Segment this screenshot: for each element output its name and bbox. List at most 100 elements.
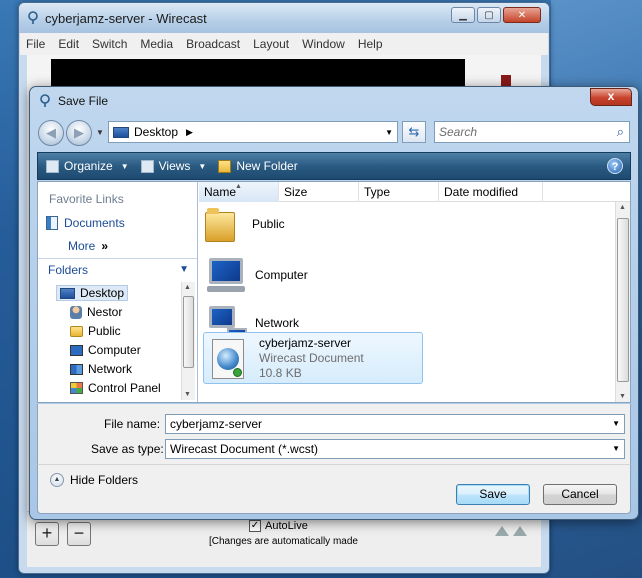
scroll-down-icon[interactable]: ▼: [619, 393, 626, 400]
column-header-date-modified[interactable]: Date modified: [439, 182, 543, 202]
tree-item-public[interactable]: Public: [70, 324, 121, 338]
wirecast-window-title: cyberjamz-server - Wirecast: [45, 11, 207, 26]
save-options: File name: cyberjamz-server ▼ Save as ty…: [37, 404, 631, 464]
file-name: cyberjamz-server: [259, 336, 352, 350]
autolive-checkbox[interactable]: ✓: [249, 520, 261, 532]
wirecast-document-icon: [212, 339, 244, 379]
list-item-selected-file[interactable]: cyberjamz-server Wirecast Document 10.8 …: [203, 332, 423, 384]
wirecast-titlebar: cyberjamz-server - Wirecast ▁ ▢ ✕: [19, 3, 549, 33]
autolive-note: [Changes are automatically made: [209, 536, 358, 547]
save-button[interactable]: Save: [456, 484, 530, 505]
folder-icon: [70, 325, 83, 337]
menu-broadcast[interactable]: Broadcast: [186, 37, 240, 51]
save-file-dialog: Save File x ◀ ▶ ▼ Desktop ▶ ▼ ⇆ Search ⌕…: [29, 86, 639, 520]
desktop-icon: [60, 287, 75, 299]
network-icon: [70, 363, 83, 375]
scroll-up-icon[interactable]: ▲: [184, 284, 191, 291]
breadcrumb-arrow-icon[interactable]: ▶: [186, 127, 193, 138]
column-header-type[interactable]: Type: [359, 182, 439, 202]
scroll-up-icon[interactable]: ▲: [619, 204, 626, 211]
address-dropdown-icon[interactable]: ▼: [385, 128, 393, 137]
list-item-label: Computer: [255, 268, 308, 282]
views-label: Views: [158, 159, 191, 173]
chevron-down-icon[interactable]: ▼: [612, 415, 620, 433]
autolive-toggle[interactable]: ✓ AutoLive: [249, 520, 308, 532]
dialog-footer: ▲ Hide Folders Save Cancel: [37, 464, 631, 514]
mountain-icon[interactable]: [513, 526, 527, 536]
refresh-button[interactable]: ⇆: [402, 121, 426, 143]
column-header-size[interactable]: Size: [279, 182, 359, 202]
tree-item-label: Nestor: [87, 305, 123, 319]
minimize-button[interactable]: ▁: [451, 7, 475, 23]
menu-window[interactable]: Window: [302, 37, 345, 51]
monitor-base-shape: [207, 286, 245, 292]
file-list-scrollbar[interactable]: ▲ ▼: [615, 202, 630, 402]
file-size: 10.8 KB: [259, 366, 302, 380]
new-folder-button[interactable]: New Folder: [218, 159, 298, 173]
views-button[interactable]: Views ▼: [140, 159, 206, 173]
file-list-pane: ▲ Name Size Type Date modified Public Co…: [199, 182, 630, 402]
menu-file[interactable]: File: [26, 37, 45, 51]
tree-item-nestor[interactable]: Nestor: [70, 305, 122, 319]
wirecast-window-controls: ▁ ▢ ✕: [451, 7, 541, 23]
tree-item-label: Network: [88, 362, 133, 376]
file-name-value: cyberjamz-server: [170, 417, 263, 431]
recent-pages-dropdown-icon[interactable]: ▼: [96, 128, 104, 137]
remove-shot-button[interactable]: −: [67, 522, 91, 546]
computer-icon: [70, 344, 83, 356]
file-name-field[interactable]: cyberjamz-server ▼: [165, 414, 625, 434]
back-button[interactable]: ◀: [38, 120, 64, 146]
desktop-icon: [113, 126, 129, 138]
tree-item-network[interactable]: Network: [70, 362, 132, 376]
address-bar[interactable]: Desktop ▶ ▼: [108, 121, 398, 143]
scroll-down-icon[interactable]: ▼: [184, 391, 191, 398]
list-item-public[interactable]: Public: [203, 206, 285, 242]
scrollbar-thumb[interactable]: [183, 296, 194, 368]
folder-tree-scrollbar[interactable]: ▲ ▼: [181, 282, 195, 400]
tree-item-label: Public: [88, 324, 121, 338]
dialog-toolbar: Organize ▼ Views ▼ New Folder ?: [37, 152, 631, 180]
forward-button[interactable]: ▶: [66, 120, 92, 146]
hide-folders-label: Hide Folders: [70, 473, 139, 487]
save-as-type-select[interactable]: Wirecast Document (*.wcst) ▼: [165, 439, 625, 459]
help-button[interactable]: ?: [607, 158, 623, 174]
tree-item-desktop[interactable]: Desktop: [56, 285, 129, 301]
menu-layout[interactable]: Layout: [253, 37, 289, 51]
browser-panes: Favorite Links Documents More » Folders ▼…: [37, 181, 631, 403]
close-button[interactable]: ✕: [503, 7, 541, 23]
column-header-name[interactable]: ▲ Name: [199, 182, 279, 202]
hide-folders-button[interactable]: ▲ Hide Folders: [50, 473, 138, 487]
scrollbar-thumb[interactable]: [617, 218, 629, 382]
menu-help[interactable]: Help: [358, 37, 383, 51]
dialog-close-button[interactable]: x: [590, 88, 632, 106]
favorite-documents-label: Documents: [64, 216, 125, 230]
list-item-computer[interactable]: Computer: [203, 256, 308, 294]
menu-edit[interactable]: Edit: [58, 37, 79, 51]
favorite-documents[interactable]: Documents: [46, 216, 125, 230]
search-icon[interactable]: ⌕: [617, 124, 624, 140]
search-input[interactable]: Search ⌕: [434, 121, 630, 143]
organize-button[interactable]: Organize ▼: [46, 159, 129, 173]
folders-header[interactable]: Folders ▼: [38, 258, 197, 280]
menu-media[interactable]: Media: [140, 37, 173, 51]
monitor-shape: [209, 258, 243, 284]
chevron-down-icon: ▼: [179, 264, 189, 275]
tree-item-control-panel[interactable]: Control Panel: [70, 381, 161, 395]
more-links[interactable]: More »: [68, 239, 108, 253]
tree-item-label: Desktop: [80, 286, 125, 300]
layer-icons: [495, 526, 527, 536]
cancel-button[interactable]: Cancel: [543, 484, 617, 505]
tree-item-label: Computer: [88, 343, 141, 357]
list-item-label: Public: [252, 217, 285, 231]
navigation-pane: Favorite Links Documents More » Folders ▼…: [38, 182, 198, 402]
breadcrumb-desktop[interactable]: Desktop: [134, 125, 178, 139]
chevron-down-icon[interactable]: ▼: [612, 440, 620, 458]
organize-icon: [46, 159, 59, 173]
dialog-title: Save File: [58, 94, 109, 108]
save-as-type-value: Wirecast Document (*.wcst): [170, 442, 319, 456]
tree-item-computer[interactable]: Computer: [70, 343, 141, 357]
maximize-button[interactable]: ▢: [477, 7, 501, 23]
add-shot-button[interactable]: +: [35, 522, 59, 546]
mountain-icon[interactable]: [495, 526, 509, 536]
menu-switch[interactable]: Switch: [92, 37, 127, 51]
